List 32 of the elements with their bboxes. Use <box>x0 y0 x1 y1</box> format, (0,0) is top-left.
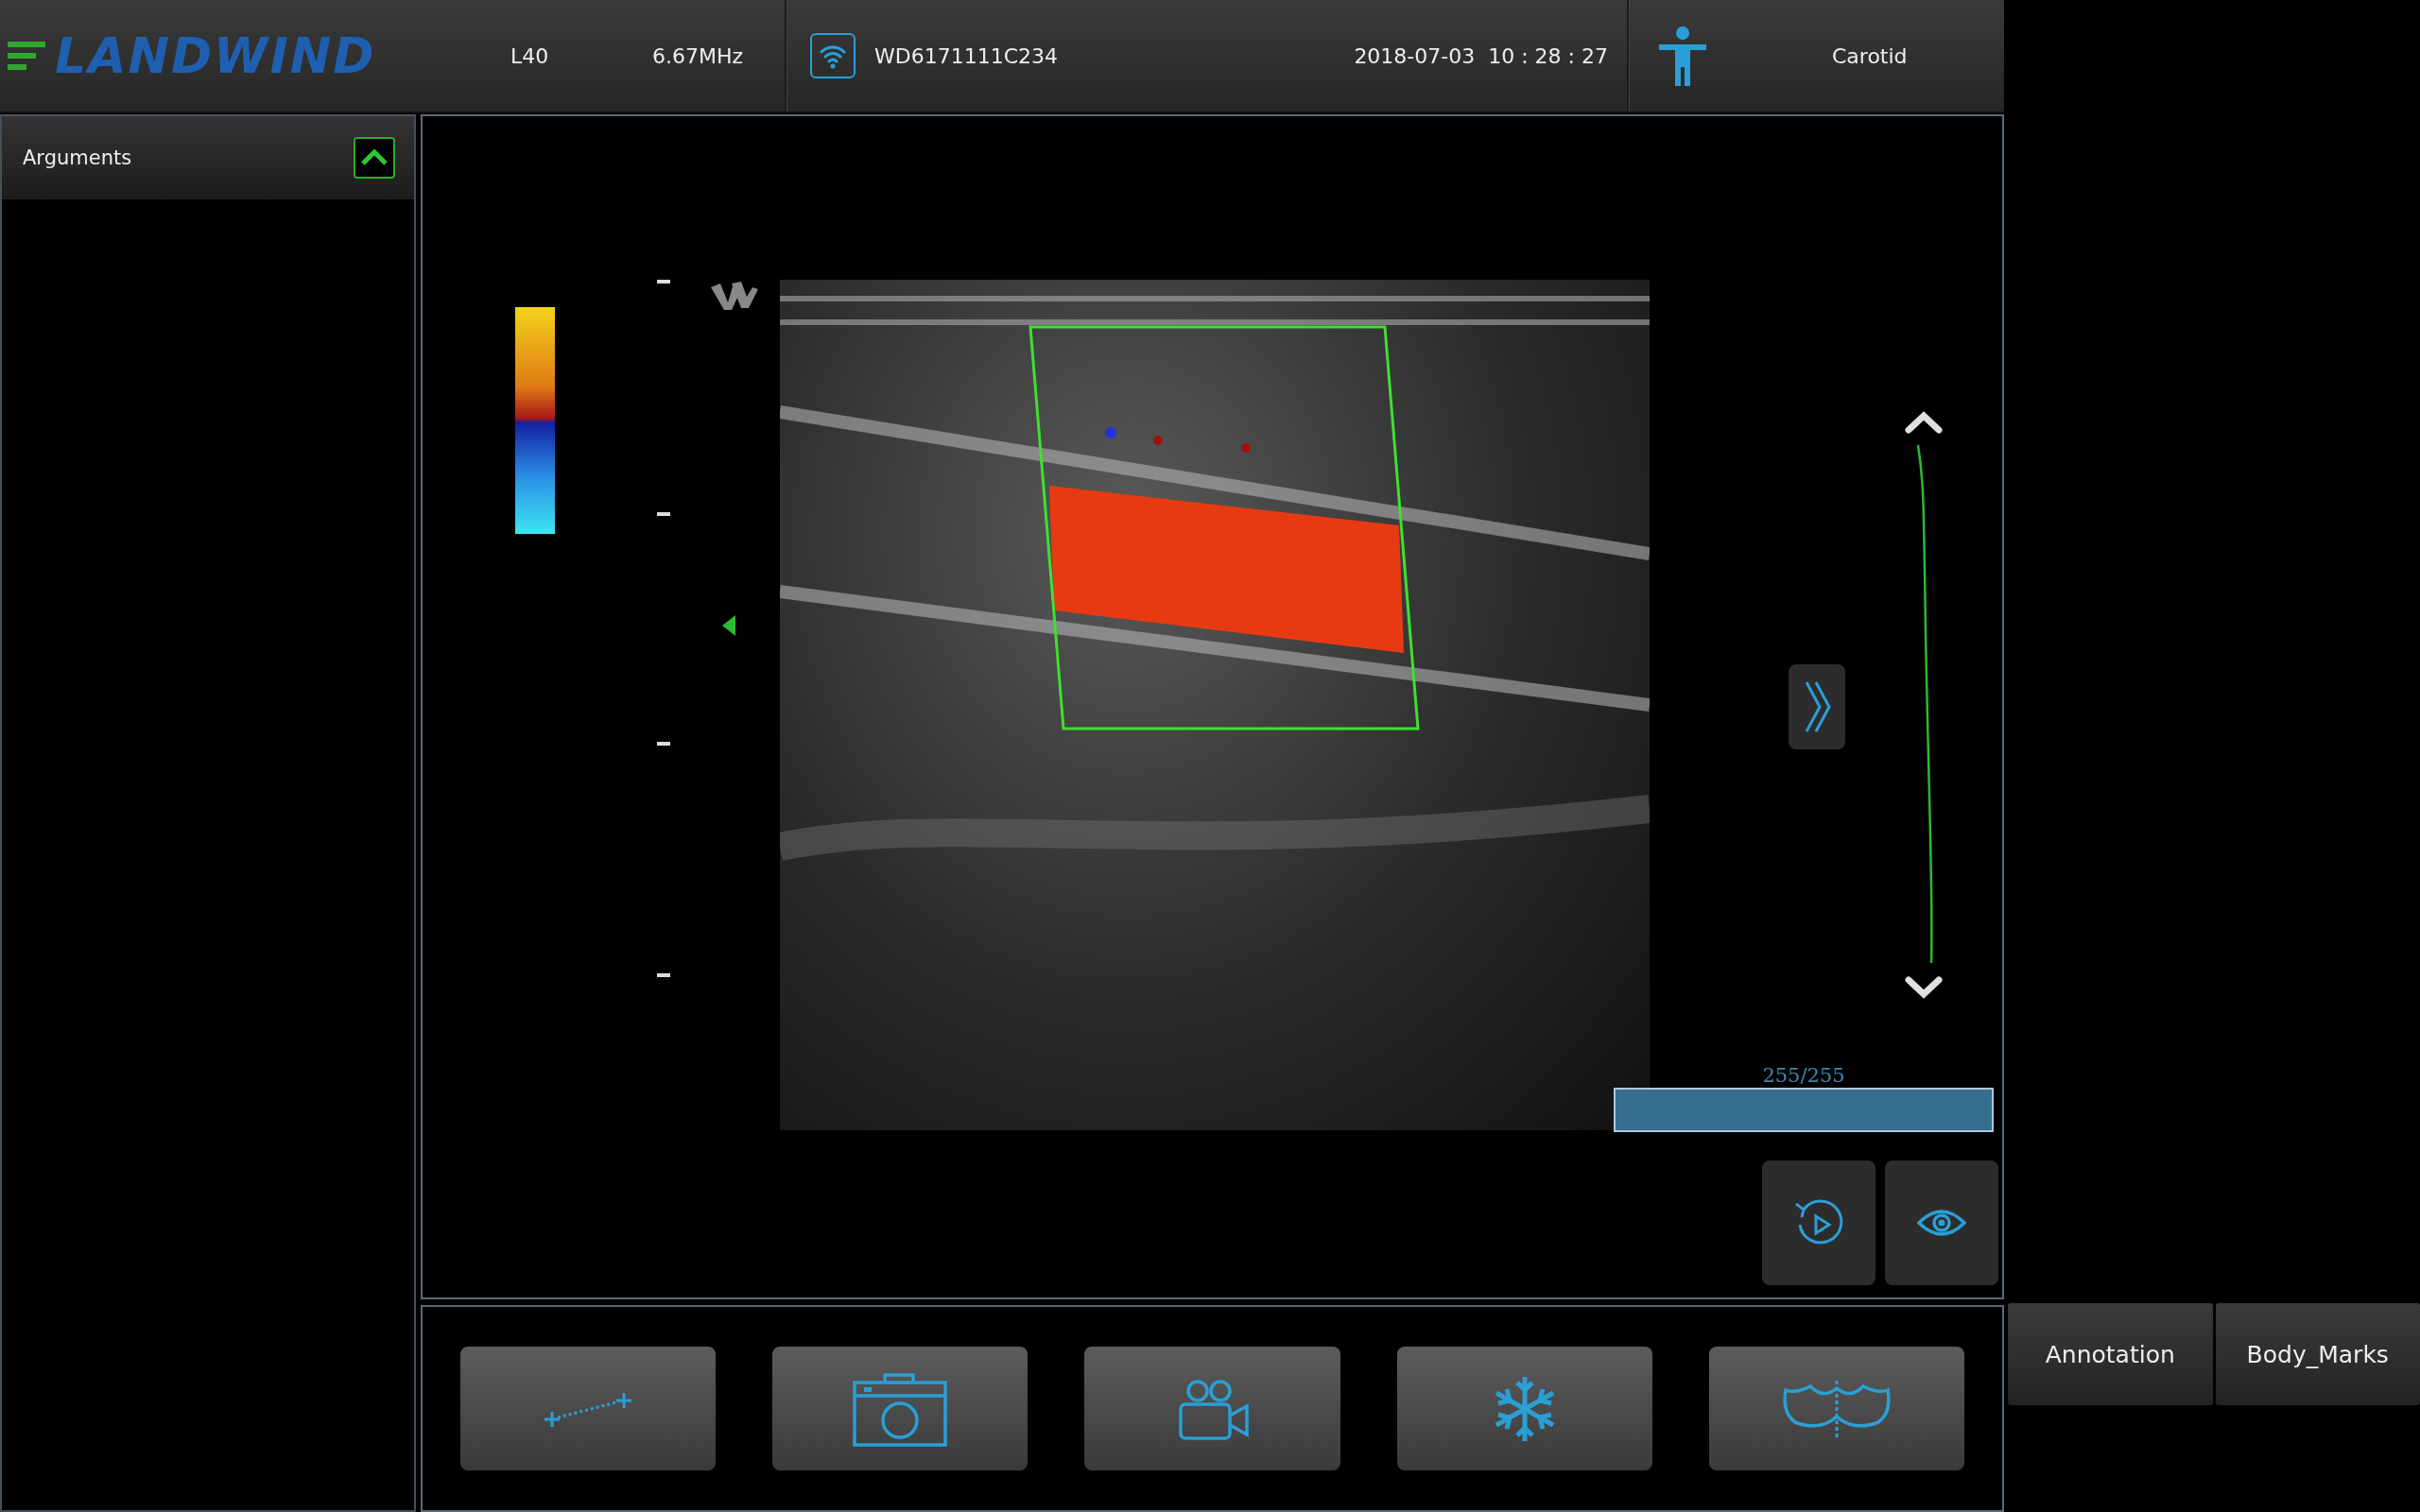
mode-button[interactable]: Body_Marks <box>2215 1303 2420 1405</box>
mode-button[interactable]: Annotation <box>2008 1303 2213 1405</box>
depth-tick <box>657 742 670 746</box>
person-icon[interactable] <box>1656 26 1709 86</box>
expand-button[interactable] <box>1789 664 1845 749</box>
camera-icon <box>853 1370 948 1447</box>
camera-button[interactable] <box>772 1347 1028 1470</box>
chevron-down-icon[interactable] <box>1905 974 1943 999</box>
exam-preset[interactable]: Carotid <box>1832 43 1908 68</box>
device-id: WD6171111C234 <box>874 43 1060 68</box>
cine-frame-counter: 255/255 <box>1761 1064 1846 1087</box>
video-button[interactable] <box>1084 1347 1340 1470</box>
freeze-button[interactable] <box>1396 1347 1652 1470</box>
logo-mark-icon <box>8 42 45 70</box>
brand-logo: LANDWIND <box>55 27 376 84</box>
wifi-icon[interactable] <box>810 33 856 78</box>
depth-tick <box>657 512 670 516</box>
probe-label: L40 <box>510 43 550 68</box>
panel-title: Arguments <box>23 146 132 169</box>
bodymark-button[interactable] <box>1708 1347 1964 1470</box>
double-chevron-icon <box>1803 680 1831 733</box>
focus-marker-icon[interactable] <box>722 615 735 636</box>
chevron-up-icon[interactable] <box>1905 411 1943 436</box>
view-button[interactable] <box>1885 1160 1998 1285</box>
depth-tick <box>657 280 670 284</box>
body-mark-icon <box>1781 1380 1892 1437</box>
frequency-label: 6.67MHz <box>652 43 744 68</box>
video-camera-icon <box>1176 1377 1249 1440</box>
date-time: 2018-07-03 10 : 28 : 27 <box>1354 43 1608 68</box>
depth-tick <box>657 973 670 977</box>
replay-button[interactable] <box>1762 1160 1876 1285</box>
collapse-button[interactable] <box>354 137 395 179</box>
